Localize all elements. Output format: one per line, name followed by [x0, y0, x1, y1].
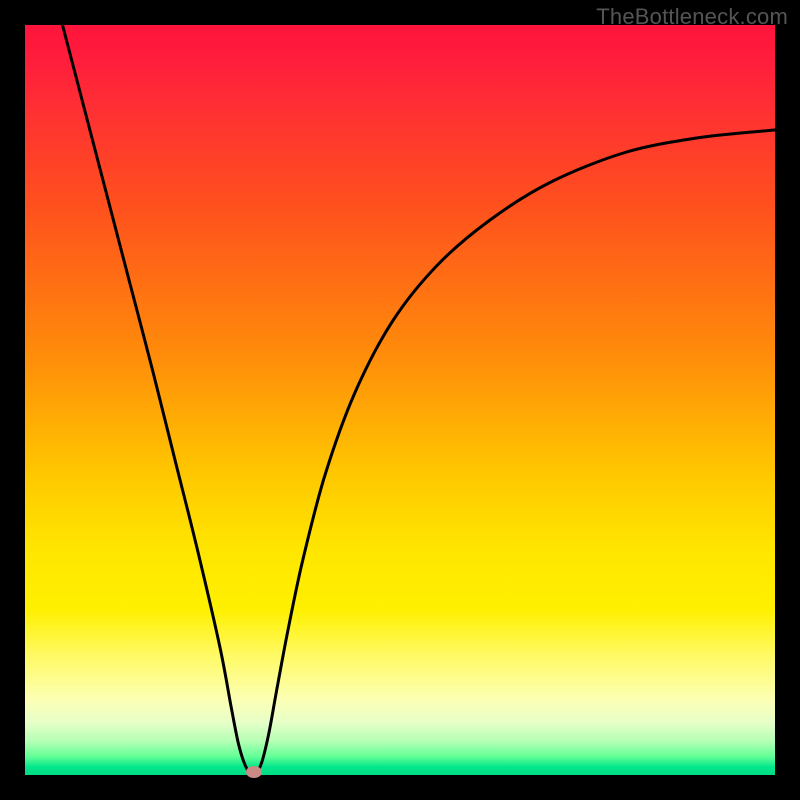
chart-container	[25, 25, 775, 775]
gradient-background	[25, 25, 775, 775]
optimal-point-marker	[246, 766, 262, 778]
watermark-text: TheBottleneck.com	[596, 4, 788, 30]
